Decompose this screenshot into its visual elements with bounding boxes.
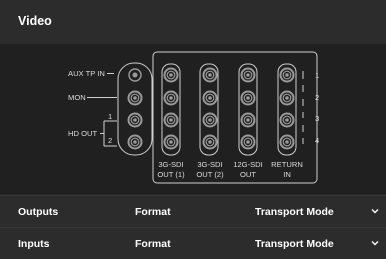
outputs-label: Outputs [18,206,59,218]
mon-label: MON [68,93,86,102]
bnc-connector-12g-sdi-out-1 [240,67,256,83]
bnc-connector-return-in-1 [279,67,295,83]
outputs-row[interactable]: Outputs Format Transport Mode [0,195,386,227]
connector-diagram-svg: AUX TP IN MON HD OUT 1 2 1 2 3 4 3G-SDI … [68,51,319,184]
column-label-12g-sdi-out-line1: 12G-SDI [233,160,263,169]
row-number-4: 4 [315,136,319,145]
bnc-connector-hd-out-2 [127,134,143,150]
column-label-12g-sdi-out-line2: OUT [240,170,256,179]
video-section-header: Video [0,0,386,44]
bnc-connector-mon [127,90,143,106]
bnc-connector-3g-sdi-out-2-1 [202,67,218,83]
bnc-connector-12g-sdi-out-3 [240,112,256,128]
section-title: Video [18,14,52,28]
chevron-down-icon[interactable] [370,206,380,216]
column-label-return-in-line2: IN [283,170,291,179]
outputs-format-header: Format [135,206,171,218]
bnc-connector-12g-sdi-out-2 [240,90,256,106]
inputs-label: Inputs [18,238,50,250]
bnc-connector-3g-sdi-out-1-2 [163,90,179,106]
row-number-3: 3 [315,114,319,123]
column-label-3g-sdi-out-2-line1: 3G-SDI [197,160,222,169]
inputs-transport-mode-header: Transport Mode [255,238,334,250]
row-number-1: 1 [315,71,319,80]
outputs-transport-mode-header: Transport Mode [255,206,334,218]
bnc-connector-3g-sdi-out-2-4 [202,134,218,150]
column-label-3g-sdi-out-1-line2: OUT (1) [157,170,185,179]
column-label-3g-sdi-out-2-line2: OUT (2) [196,170,224,179]
bnc-connector-3g-sdi-out-1-1 [163,67,179,83]
bnc-connector-12g-sdi-out-4 [240,134,256,150]
hd-out-label: HD OUT [68,129,97,138]
bnc-connector-return-in-4 [279,134,295,150]
bnc-connector-return-in-3 [279,112,295,128]
inputs-format-header: Format [135,238,171,250]
hd-out-1-label: 1 [108,112,112,121]
inputs-row[interactable]: Inputs Format Transport Mode [0,227,386,259]
bnc-connector-return-in-2 [279,90,295,106]
chevron-down-icon[interactable] [370,238,380,248]
bnc-connector-3g-sdi-out-2-3 [202,112,218,128]
aux-tp-in-label: AUX TP IN [68,69,105,78]
aux-tp-in-connector-pin [132,72,138,78]
hd-out-2-label: 2 [108,136,112,145]
column-label-3g-sdi-out-1-line1: 3G-SDI [158,160,183,169]
column-label-return-in-line1: RETURN [271,160,303,169]
bnc-connector-hd-out-1 [127,112,143,128]
bnc-connector-3g-sdi-out-1-4 [163,134,179,150]
connector-diagram: AUX TP IN MON HD OUT 1 2 1 2 3 4 3G-SDI … [0,44,386,194]
bnc-connector-3g-sdi-out-2-2 [202,90,218,106]
bnc-connector-3g-sdi-out-1-3 [163,112,179,128]
row-number-2: 2 [315,93,319,102]
